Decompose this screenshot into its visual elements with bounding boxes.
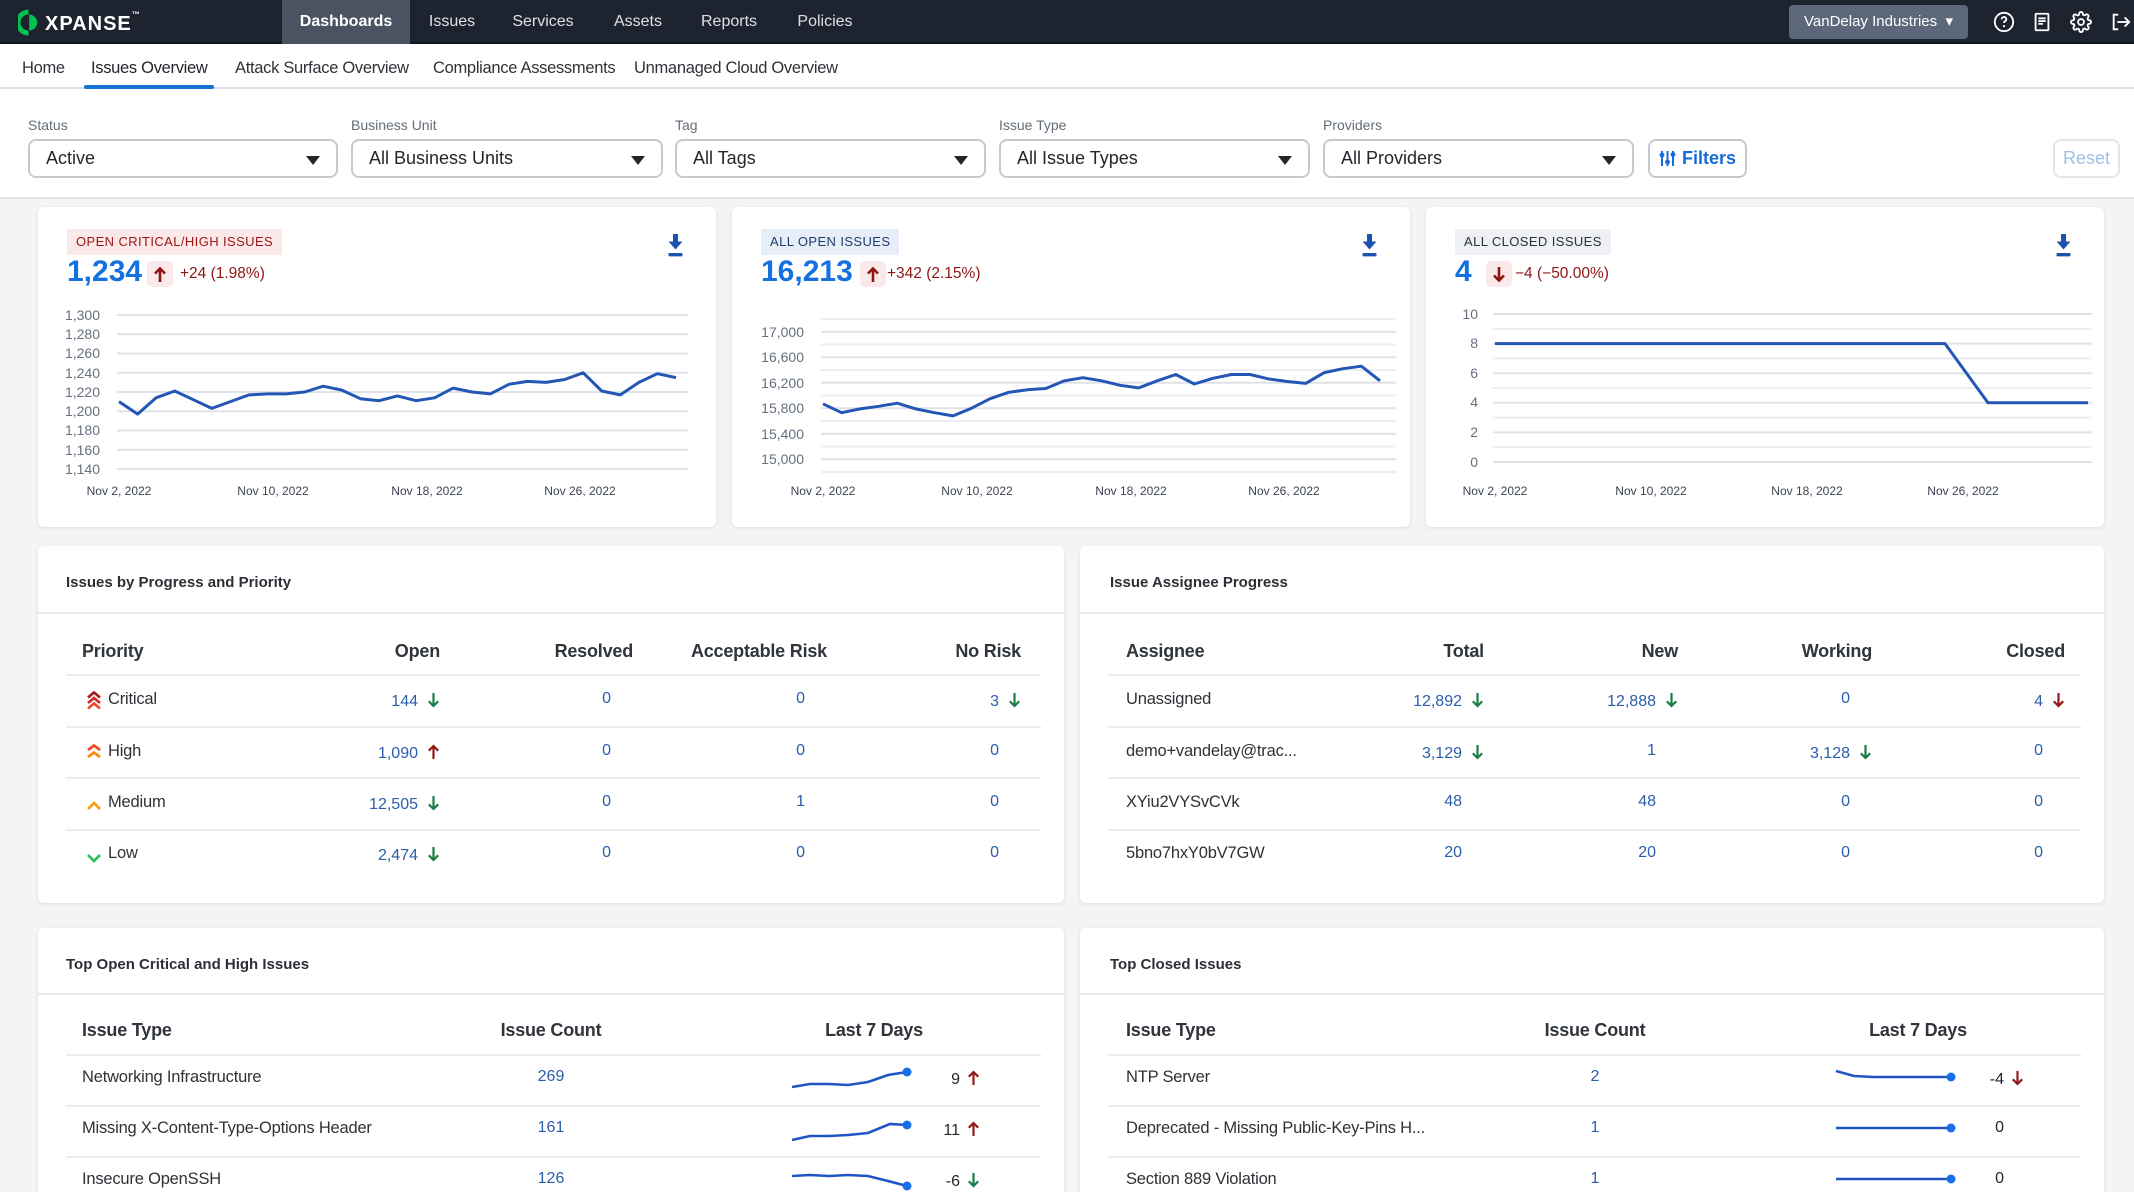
svg-text:Nov 2, 2022: Nov 2, 2022	[791, 484, 856, 498]
svg-text:4: 4	[1470, 394, 1478, 410]
svg-text:Nov 10, 2022: Nov 10, 2022	[941, 484, 1013, 498]
svg-text:17,000: 17,000	[761, 324, 804, 340]
svg-text:Nov 10, 2022: Nov 10, 2022	[237, 484, 309, 498]
svg-text:8: 8	[1470, 335, 1478, 351]
svg-text:1,220: 1,220	[65, 384, 100, 400]
svg-text:1,240: 1,240	[65, 365, 100, 381]
svg-text:0: 0	[1470, 454, 1478, 470]
svg-text:16,200: 16,200	[761, 375, 804, 391]
svg-text:Nov 2, 2022: Nov 2, 2022	[1463, 484, 1528, 498]
svg-text:Nov 26, 2022: Nov 26, 2022	[1248, 484, 1320, 498]
svg-text:10: 10	[1462, 306, 1478, 322]
svg-text:1,280: 1,280	[65, 326, 100, 342]
svg-text:1,200: 1,200	[65, 403, 100, 419]
svg-text:Nov 18, 2022: Nov 18, 2022	[391, 484, 463, 498]
svg-text:Nov 26, 2022: Nov 26, 2022	[544, 484, 616, 498]
svg-text:1,300: 1,300	[65, 307, 100, 323]
svg-text:15,400: 15,400	[761, 426, 804, 442]
svg-text:Nov 18, 2022: Nov 18, 2022	[1095, 484, 1167, 498]
svg-text:2: 2	[1470, 424, 1478, 440]
svg-text:6: 6	[1470, 365, 1478, 381]
svg-text:15,800: 15,800	[761, 400, 804, 416]
svg-text:Nov 26, 2022: Nov 26, 2022	[1927, 484, 1999, 498]
svg-text:1,180: 1,180	[65, 422, 100, 438]
svg-text:16,600: 16,600	[761, 349, 804, 365]
svg-text:Nov 18, 2022: Nov 18, 2022	[1771, 484, 1843, 498]
svg-text:1,260: 1,260	[65, 345, 100, 361]
svg-text:15,000: 15,000	[761, 451, 804, 467]
svg-text:Nov 10, 2022: Nov 10, 2022	[1615, 484, 1687, 498]
svg-text:Nov 2, 2022: Nov 2, 2022	[87, 484, 152, 498]
svg-text:1,140: 1,140	[65, 461, 100, 477]
svg-text:1,160: 1,160	[65, 442, 100, 458]
